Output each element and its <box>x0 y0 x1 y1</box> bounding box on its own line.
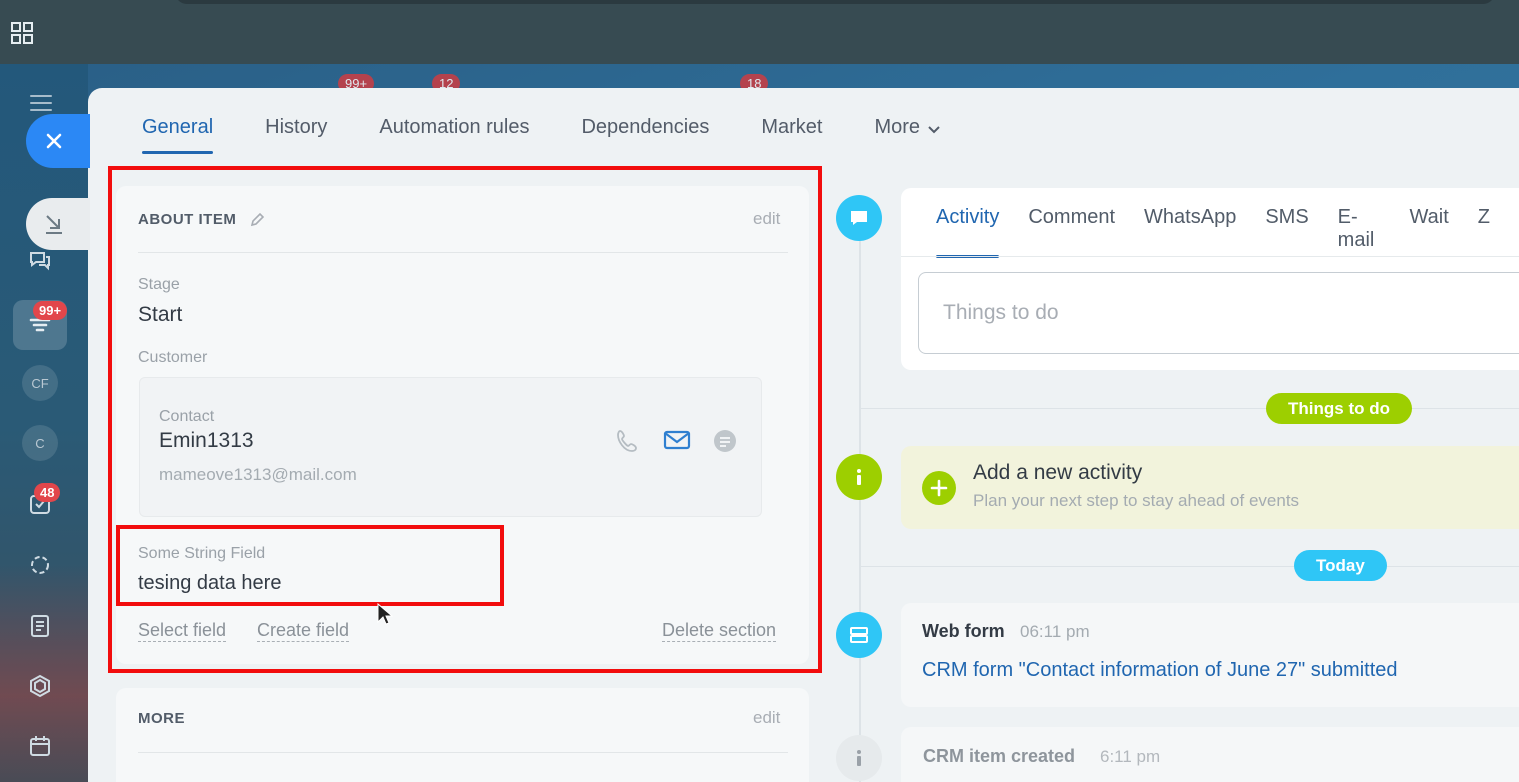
timeline-line <box>859 240 861 782</box>
info-icon <box>836 454 882 500</box>
pencil-icon[interactable] <box>250 212 265 227</box>
event-title: CRM item created <box>923 746 1076 766</box>
feed-count-badge: 99+ <box>33 301 68 320</box>
apps-grid-icon[interactable] <box>11 22 33 44</box>
tab-dependencies[interactable]: Dependencies <box>581 116 709 156</box>
chevron-down-icon <box>928 126 940 134</box>
select-field-link[interactable]: Select field <box>138 620 227 642</box>
stage-label: Stage <box>138 276 180 293</box>
things-to-do-pill: Things to do <box>1266 393 1412 424</box>
tab-general[interactable]: General <box>142 116 214 156</box>
add-activity-title[interactable]: Add a new activity <box>973 461 1142 485</box>
tab-wait[interactable]: Wait <box>1410 206 1449 256</box>
event-title: Web form <box>922 621 1005 641</box>
tasks-count-badge: 48 <box>34 483 61 502</box>
tab-comment[interactable]: Comment <box>1028 206 1115 256</box>
customer-label: Customer <box>138 349 208 366</box>
close-icon <box>46 133 62 149</box>
tab-overflow[interactable]: Z <box>1478 206 1490 256</box>
automation-icon[interactable] <box>20 545 60 585</box>
minimize-icon <box>46 215 62 234</box>
avatar[interactable]: CF <box>22 365 58 401</box>
section-edit-link[interactable]: edit <box>753 708 780 728</box>
event-time: 06:11 pm <box>1020 622 1090 641</box>
comment-bubble-icon <box>836 195 882 241</box>
more-section <box>116 688 809 782</box>
contact-name[interactable]: Emin1313 <box>159 429 254 453</box>
web-form-icon <box>836 612 882 658</box>
add-activity-card[interactable] <box>901 446 1519 529</box>
things-to-do-input[interactable] <box>918 272 1519 354</box>
web-form-event <box>901 603 1519 707</box>
mail-icon[interactable] <box>663 426 691 454</box>
document-icon[interactable] <box>20 606 60 646</box>
tab-whatsapp[interactable]: WhatsApp <box>1144 206 1236 256</box>
contact-email[interactable]: mameove1313@mail.com <box>159 465 357 485</box>
string-field-label: Some String Field <box>138 545 266 562</box>
mouse-cursor-icon <box>377 603 393 625</box>
avatar[interactable]: C <box>22 425 58 461</box>
plus-icon[interactable] <box>922 471 956 505</box>
string-field-value[interactable]: tesing data here <box>138 572 281 595</box>
tab-activity[interactable]: Activity <box>936 206 1000 258</box>
create-field-link[interactable]: Create field <box>257 620 350 642</box>
add-activity-subtitle: Plan your next step to stay ahead of eve… <box>973 491 1300 510</box>
browser-top-bar <box>0 0 1519 64</box>
tab-more-label: More <box>874 116 921 138</box>
event-time: 6:11 pm <box>1100 747 1161 766</box>
today-pill: Today <box>1294 550 1387 581</box>
item-tabs: General History Automation rules Depende… <box>142 116 994 156</box>
stage-value[interactable]: Start <box>138 303 182 327</box>
tab-market[interactable]: Market <box>761 116 822 156</box>
tab-email[interactable]: E-mail <box>1338 206 1381 256</box>
delete-section-link[interactable]: Delete section <box>662 620 777 642</box>
web-form-link[interactable]: CRM form "Contact information of June 27… <box>922 659 1398 682</box>
hexagon-icon[interactable] <box>20 666 60 706</box>
contact-label: Contact <box>159 408 215 425</box>
tab-history[interactable]: History <box>265 116 327 156</box>
phone-icon[interactable] <box>614 427 642 455</box>
activity-editor-tabs: Activity Comment WhatsApp SMS E-mail Wai… <box>936 206 1519 258</box>
close-slider-button[interactable] <box>26 114 90 168</box>
address-bar <box>175 0 1495 4</box>
section-title: ABOUT ITEM <box>138 211 237 228</box>
menu-icon[interactable] <box>30 95 52 111</box>
section-title: MORE <box>138 710 185 727</box>
tab-more[interactable]: More <box>874 116 942 156</box>
minimize-slider-button[interactable] <box>26 198 90 250</box>
tab-automation-rules[interactable]: Automation rules <box>379 116 529 156</box>
info-icon <box>836 735 882 781</box>
section-edit-link[interactable]: edit <box>753 209 780 229</box>
message-icon[interactable] <box>711 427 739 455</box>
calendar-icon[interactable] <box>20 726 60 766</box>
tab-sms[interactable]: SMS <box>1265 206 1308 256</box>
